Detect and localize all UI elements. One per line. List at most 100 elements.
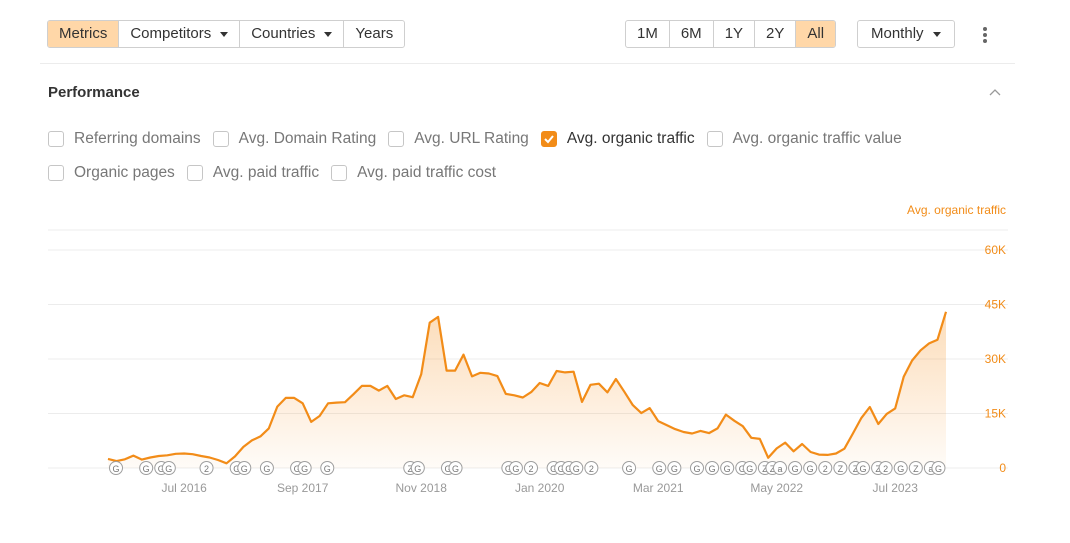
checkbox[interactable]: [186, 165, 203, 181]
annotation-marker[interactable]: G: [320, 461, 335, 475]
tab-years-label: Years: [355, 25, 394, 42]
annotation-marker[interactable]: G: [161, 461, 176, 475]
metric-avg-organic-traffic[interactable]: Avg. organic traffic: [540, 130, 695, 148]
annotation-marker[interactable]: G: [297, 461, 312, 475]
y-tick-label: 0: [999, 461, 1006, 475]
range-all-label: All: [807, 25, 825, 42]
range-1y-button[interactable]: 1Y: [714, 21, 756, 47]
annotation-marker-glyph: G: [807, 464, 814, 474]
annotation-marker-glyph: G: [724, 464, 731, 474]
annotation-marker-glyph: G: [414, 464, 421, 474]
annotation-marker[interactable]: G: [720, 461, 735, 475]
countries-dropdown[interactable]: Countries: [240, 21, 345, 47]
annotation-marker[interactable]: G: [448, 461, 463, 475]
y-tick-label: 60K: [985, 243, 1006, 257]
annotation-marker-glyph: 2: [589, 464, 594, 474]
annotation-marker[interactable]: G: [259, 461, 274, 475]
y-axis-title: Avg. organic traffic: [907, 203, 1006, 217]
annotation-marker[interactable]: G: [803, 461, 818, 475]
metric-referring-domains[interactable]: Referring domains: [48, 130, 201, 148]
annotation-marker-glyph: a: [777, 464, 782, 474]
annotation-marker-glyph: G: [112, 464, 119, 474]
range-all-button[interactable]: All: [796, 21, 836, 47]
chevron-up-icon[interactable]: [989, 87, 1001, 97]
annotation-marker[interactable]: G: [237, 461, 252, 475]
checkbox[interactable]: [388, 131, 405, 147]
annotation-marker[interactable]: 2: [878, 461, 893, 475]
annotation-marker[interactable]: G: [705, 461, 720, 475]
annotation-marker[interactable]: a: [773, 461, 787, 475]
tab-metrics[interactable]: Metrics: [48, 21, 120, 47]
annotation-marker[interactable]: G: [569, 461, 584, 475]
x-tick-label: Jul 2023: [873, 481, 919, 495]
metric-label: Avg. organic traffic: [566, 130, 695, 147]
metric-label: Avg. Domain Rating: [238, 130, 377, 147]
series-area: [108, 311, 946, 468]
checkbox[interactable]: [331, 165, 348, 181]
organic-traffic-chart: GGGG2GGGGGGZGGGGG2GGGG2GGGGGGGGZZaGG2ZZG…: [48, 203, 1008, 495]
competitors-label: Competitors: [130, 25, 212, 42]
more-options-icon[interactable]: [978, 24, 992, 46]
x-tick-label: Jul 2016: [161, 481, 207, 495]
annotation-marker[interactable]: G: [622, 461, 637, 475]
countries-label: Countries: [251, 25, 316, 42]
annotation-marker[interactable]: 2: [818, 461, 833, 475]
checkbox-checked[interactable]: [540, 131, 557, 147]
annotation-marker-glyph: G: [626, 464, 633, 474]
annotation-marker[interactable]: G: [893, 461, 908, 475]
metric-avg-organic-traffic-value[interactable]: Avg. organic traffic value: [706, 130, 902, 148]
annotation-marker[interactable]: G: [667, 461, 682, 475]
annotation-marker[interactable]: G: [856, 461, 870, 475]
metric-avg-domain-rating[interactable]: Avg. Domain Rating: [212, 130, 377, 148]
annotation-marker-glyph: G: [897, 464, 904, 474]
metric-label: Avg. paid traffic cost: [357, 164, 497, 181]
annotation-marker-glyph: G: [324, 464, 331, 474]
annotation-marker[interactable]: G: [508, 461, 523, 475]
tab-years[interactable]: Years: [344, 21, 404, 47]
annotation-marker[interactable]: G: [788, 461, 803, 475]
metric-label: Avg. paid traffic: [212, 164, 320, 181]
checkbox[interactable]: [212, 131, 229, 147]
metric-avg-paid-traffic[interactable]: Avg. paid traffic: [186, 164, 320, 182]
annotation-marker-glyph: G: [859, 464, 866, 474]
metric-avg-url-rating[interactable]: Avg. URL Rating: [388, 130, 529, 148]
checkbox[interactable]: [48, 131, 64, 147]
metric-organic-pages[interactable]: Organic pages: [48, 164, 175, 182]
annotation-marker-glyph: G: [792, 464, 799, 474]
annotation-marker[interactable]: 2: [199, 461, 214, 475]
x-tick-label: Jan 2020: [515, 481, 565, 495]
metric-label: Referring domains: [74, 130, 201, 147]
metric-avg-paid-traffic-cost[interactable]: Avg. paid traffic cost: [331, 164, 496, 182]
annotation-marker-glyph: Z: [913, 464, 919, 474]
annotation-marker[interactable]: 2: [584, 461, 599, 475]
annotation-marker[interactable]: G: [652, 461, 667, 475]
annotation-marker[interactable]: G: [690, 461, 704, 475]
annotation-marker-glyph: G: [671, 464, 678, 474]
annotation-marker-glyph: G: [709, 464, 716, 474]
caret-down-icon: [324, 31, 333, 37]
annotation-marker[interactable]: G: [410, 461, 425, 475]
annotation-marker[interactable]: G: [139, 461, 154, 475]
annotation-marker-glyph: G: [512, 464, 519, 474]
tab-metrics-label: Metrics: [59, 25, 108, 42]
annotation-marker[interactable]: Z: [908, 461, 923, 475]
annotation-marker-glyph: G: [573, 464, 580, 474]
annotation-marker-glyph: G: [693, 464, 700, 474]
checkbox[interactable]: [48, 165, 64, 181]
range-1y-label: 1Y: [724, 25, 744, 42]
annotation-marker[interactable]: G: [931, 461, 946, 475]
range-2y-button[interactable]: 2Y: [755, 21, 797, 47]
competitors-dropdown[interactable]: Competitors: [119, 21, 241, 47]
range-6m-button[interactable]: 6M: [670, 21, 714, 47]
x-tick-label: Sep 2017: [277, 481, 329, 495]
annotation-marker[interactable]: Z: [833, 461, 848, 475]
metric-label: Organic pages: [74, 164, 175, 181]
annotation-marker[interactable]: G: [109, 461, 123, 475]
interval-dropdown[interactable]: Monthly: [857, 20, 955, 48]
annotation-marker[interactable]: 2: [524, 461, 538, 475]
checkbox[interactable]: [706, 131, 723, 147]
annotation-marker-glyph: G: [241, 464, 248, 474]
annotation-marker[interactable]: G: [742, 461, 757, 475]
range-6m-label: 6M: [680, 25, 702, 42]
range-1m-button[interactable]: 1M: [626, 21, 670, 47]
